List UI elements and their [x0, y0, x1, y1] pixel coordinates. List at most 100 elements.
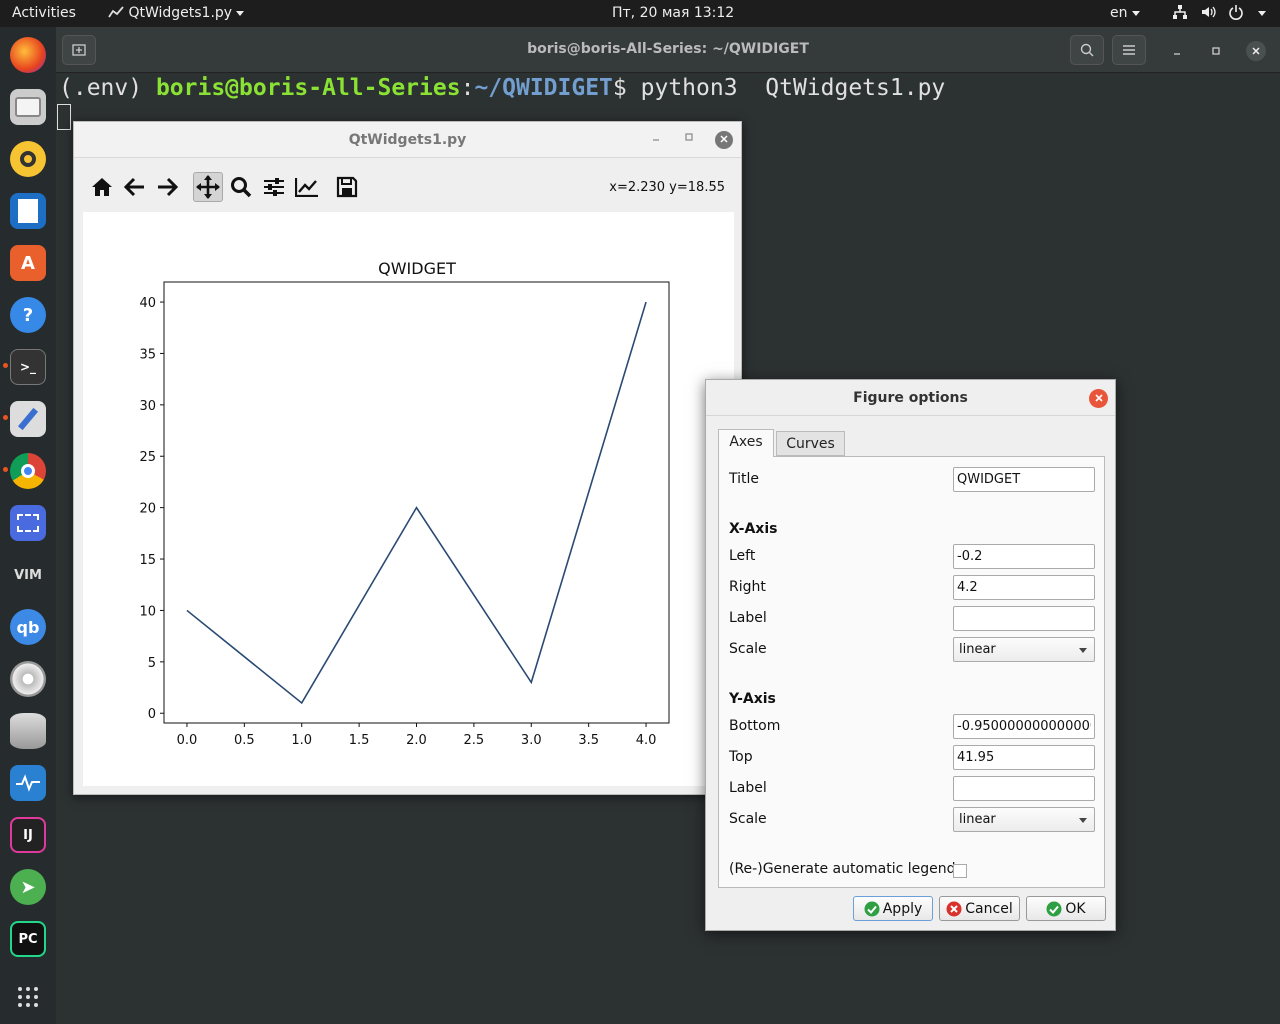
pan-button[interactable] [193, 172, 223, 202]
check-icon [1046, 901, 1062, 916]
dialog-title: Figure options [706, 380, 1115, 416]
figure-canvas[interactable]: QWIDGET 0.0 0.5 1.0 1.5 2.0 2.5 3.0 3.5 4.0 0 5 10… [83, 212, 734, 786]
terminal-command-line[interactable]: (.env) boris@boris-All-Series:~/QWIDIGET… [59, 75, 945, 101]
x-axis-ticks: 0.0 0.5 1.0 1.5 2.0 2.5 3.0 3.5 4.0 [177, 723, 656, 748]
search-icon [1080, 43, 1094, 57]
title-label: Title [729, 471, 760, 487]
home-button[interactable] [87, 172, 117, 202]
ok-button[interactable]: OK [1026, 896, 1106, 921]
x-right-input[interactable] [953, 575, 1095, 600]
database-icon[interactable] [10, 713, 46, 749]
zoom-button[interactable] [226, 172, 256, 202]
y-top-input[interactable] [953, 745, 1095, 770]
tab-axes[interactable]: Axes [718, 429, 774, 457]
y-tick-label: 25 [139, 450, 156, 465]
y-label-input[interactable] [953, 776, 1095, 801]
plot-maximize-button[interactable] [684, 131, 694, 146]
system-menu-chevron[interactable] [1254, 5, 1266, 21]
minimize-icon [653, 139, 659, 141]
terminal-cursor [57, 104, 71, 130]
title-input[interactable] [953, 467, 1095, 492]
line-chart[interactable]: QWIDGET 0.0 0.5 1.0 1.5 2.0 2.5 3.0 3.5 4.0 0 5 10… [83, 212, 734, 786]
plot-toolbar: x=2.230 y=18.55 [82, 160, 735, 212]
chevron-down-icon [236, 10, 245, 16]
x-scale-label: Scale [729, 641, 767, 657]
clock[interactable]: Пт, 20 мая 13:12 [612, 5, 734, 21]
prompt-path: ~/QWIDIGET [474, 75, 613, 101]
pycharm-icon[interactable]: PC [10, 921, 46, 957]
disc-icon[interactable] [10, 661, 46, 697]
menu-button[interactable] [1112, 35, 1146, 65]
x-axis-header: X-Axis [729, 521, 778, 537]
plot-window-title: QtWidgets1.py [74, 122, 741, 158]
y-tick-label: 40 [139, 296, 156, 311]
command-text: python3 QtWidgets1.py [640, 75, 946, 101]
prompt-colon: : [460, 75, 475, 101]
network-icon[interactable] [1172, 4, 1188, 24]
app-grid-icon[interactable] [10, 979, 46, 1015]
software-center-icon[interactable]: A [10, 245, 46, 281]
chart-title: QWIDGET [378, 259, 456, 278]
check-icon [864, 901, 880, 916]
language-menu[interactable]: en [1110, 5, 1140, 21]
x-label-input[interactable] [953, 606, 1095, 631]
forward-button[interactable] [152, 172, 182, 202]
x-tick-label: 1.0 [291, 733, 312, 748]
screenshot-icon[interactable] [10, 505, 46, 541]
y-scale-select[interactable]: linear [953, 807, 1095, 832]
dialog-close-button[interactable] [1089, 389, 1108, 408]
y-bottom-input[interactable] [953, 714, 1095, 739]
intellij-icon[interactable]: IJ [10, 817, 46, 853]
minimize-button[interactable] [1167, 41, 1187, 61]
text-editor-icon[interactable] [10, 401, 46, 437]
document-shape [18, 199, 38, 223]
back-button[interactable] [120, 172, 150, 202]
app-menu[interactable]: QtWidgets1.py [108, 5, 245, 21]
x-tick-label: 1.5 [349, 733, 370, 748]
legend-checkbox[interactable] [953, 864, 967, 878]
vim-icon[interactable]: VIM [10, 557, 46, 593]
y-tick-label: 15 [139, 553, 156, 568]
chrome-icon[interactable] [10, 453, 46, 489]
rhythmbox-icon[interactable] [10, 141, 46, 177]
app-menu-label: QtWidgets1.py [128, 5, 233, 21]
chevron-down-icon [1131, 10, 1140, 16]
close-icon [720, 135, 728, 143]
running-indicator [3, 467, 8, 472]
maximize-button[interactable] [1206, 41, 1226, 61]
close-icon [1094, 394, 1103, 402]
x-tick-label: 3.0 [521, 733, 542, 748]
y-label-label: Label [729, 780, 767, 796]
activities-button[interactable]: Activities [12, 5, 76, 21]
qbittorrent-icon[interactable]: qb [10, 609, 46, 645]
x-left-input[interactable] [953, 544, 1095, 569]
send-icon[interactable]: ➤ [10, 869, 46, 905]
tab-curves[interactable]: Curves [776, 431, 845, 456]
writer-icon[interactable] [10, 193, 46, 229]
close-button[interactable] [1246, 41, 1266, 61]
volume-icon[interactable] [1200, 4, 1216, 24]
cursor-coordinates: x=2.230 y=18.55 [609, 180, 725, 195]
subplots-button[interactable] [259, 172, 289, 202]
x-scale-select[interactable]: linear [953, 637, 1095, 662]
speaker-shape [20, 151, 36, 167]
axes-options-panel: Title X-Axis Left Right Label Scale line… [718, 456, 1105, 888]
cancel-button[interactable]: Cancel [939, 896, 1020, 921]
firefox-icon[interactable] [10, 37, 46, 73]
power-icon[interactable] [1228, 4, 1244, 24]
running-indicator [3, 363, 8, 368]
apply-button[interactable]: Apply [853, 896, 933, 921]
x-tick-label: 2.0 [406, 733, 427, 748]
minimize-icon [1174, 53, 1180, 55]
x-scale-value: linear [959, 642, 996, 657]
save-button[interactable] [332, 172, 362, 202]
help-icon[interactable]: ? [10, 297, 46, 333]
plot-minimize-button[interactable] [651, 131, 661, 146]
terminal-icon[interactable]: >_ [10, 349, 46, 385]
files-icon[interactable] [10, 89, 46, 125]
x-label-label: Label [729, 610, 767, 626]
plot-close-button[interactable] [715, 131, 733, 149]
customize-button[interactable] [292, 172, 322, 202]
search-button[interactable] [1070, 35, 1104, 65]
system-monitor-icon[interactable] [10, 765, 46, 801]
